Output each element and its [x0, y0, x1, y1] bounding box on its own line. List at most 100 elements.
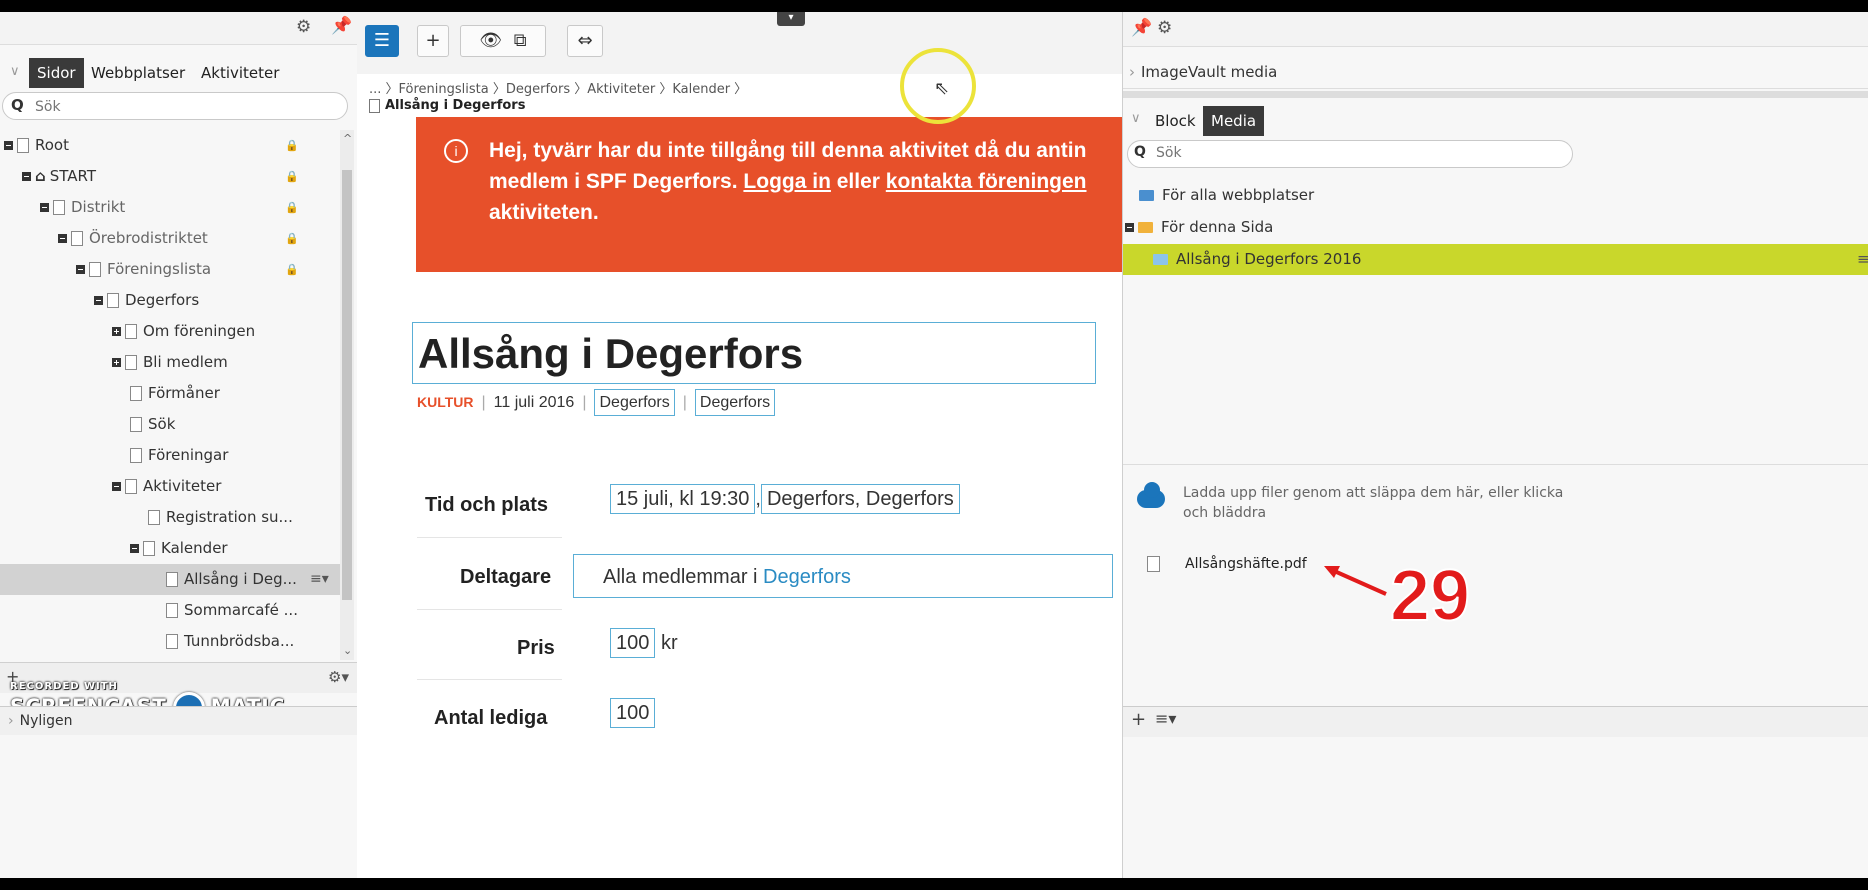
tag-degerfors[interactable]: Degerfors — [594, 389, 675, 416]
breadcrumb[interactable]: ... 〉Föreningslista 〉Degerfors 〉Aktivite… — [369, 78, 747, 97]
tree-item[interactable]: Kalender — [0, 533, 340, 564]
settings-icon[interactable]: ⚙▾ — [328, 668, 349, 686]
alert-text: eller — [830, 170, 886, 193]
toolbar-dropdown-icon[interactable]: ▾ — [777, 12, 805, 26]
collapse-icon[interactable] — [76, 265, 85, 274]
recent-section[interactable]: › Nyligen — [0, 706, 357, 735]
view-button-group[interactable]: 👁 ⧉ — [460, 25, 546, 57]
price-value[interactable]: 100 — [610, 628, 656, 658]
tree-item[interactable]: Distrikt 🔒 — [0, 192, 340, 223]
document-icon — [1147, 556, 1160, 572]
tree-item-label: Föreningslista — [107, 260, 212, 278]
folder-this-page[interactable]: För denna Sida — [1123, 212, 1868, 243]
time-value[interactable]: 15 juli, kl 19:30 — [610, 484, 756, 514]
tree-item[interactable]: Föreningslista 🔒 — [0, 254, 340, 285]
add-button[interactable]: + — [417, 25, 449, 57]
gear-icon[interactable]: ⚙ — [296, 17, 311, 37]
tab-aktiviteter[interactable]: Aktiviteter — [193, 58, 287, 88]
imagevault-section[interactable]: › ImageVault media — [1123, 56, 1868, 89]
lock-icon: 🔒 — [285, 232, 299, 245]
tab-sidor[interactable]: Sidor — [29, 58, 84, 88]
add-icon[interactable]: + — [1131, 709, 1146, 730]
tag-degerfors[interactable]: Degerfors — [694, 389, 776, 416]
tree-item[interactable]: Allsång i Deg... ≡▾ — [0, 564, 340, 595]
participants-label: Deltagare — [460, 566, 552, 588]
tree-item-label: Bli medlem — [143, 353, 228, 371]
media-search-input[interactable] — [1154, 144, 1558, 162]
compare-button[interactable]: ⇔ — [567, 25, 603, 57]
place-value[interactable]: Degerfors, Degerfors — [760, 484, 960, 514]
tab-webbplatser[interactable]: Webbplatser — [83, 58, 193, 88]
page-icon — [130, 386, 142, 401]
search-input[interactable] — [33, 95, 327, 119]
tree-item[interactable]: Bli medlem — [0, 347, 340, 378]
search-icon: Q — [1134, 144, 1146, 160]
context-menu-icon[interactable]: ≡ — [1857, 244, 1868, 275]
context-menu-icon[interactable]: ≡▾ — [310, 564, 329, 595]
tree-scrollbar[interactable] — [340, 130, 354, 660]
expand-icon[interactable] — [112, 327, 121, 336]
page-icon — [107, 293, 119, 308]
participants-link[interactable]: Degerfors — [763, 566, 851, 588]
alert-text: medlem i SPF Degerfors. — [489, 170, 744, 193]
annotation-arrow-icon — [1324, 566, 1387, 596]
tree-item[interactable]: Sommarcafé ... — [0, 595, 340, 626]
tree-item[interactable]: Sök — [0, 409, 340, 440]
tab-media[interactable]: Media — [1203, 106, 1265, 136]
right-pane-footer: + ≡▾ — [1123, 706, 1868, 737]
contact-link[interactable]: kontakta föreningen — [886, 170, 1087, 193]
media-search[interactable]: Q — [1127, 140, 1573, 168]
media-file[interactable]: Allsångshäfte.pdf — [1123, 546, 1868, 582]
scroll-up-icon[interactable]: ^ — [343, 132, 352, 145]
tree-item[interactable]: Tunnbrödsba... — [0, 626, 340, 657]
tree-item[interactable]: Root 🔒 — [0, 130, 340, 161]
tree-item[interactable]: Registration su... — [0, 502, 340, 533]
tree-item[interactable]: ⌂ START 🔒 — [0, 161, 340, 192]
list-view-icon[interactable]: ≡▾ — [1155, 709, 1176, 728]
tree-item[interactable]: Föreningar — [0, 440, 340, 471]
eye-icon[interactable]: 👁 — [479, 30, 502, 51]
navigation-pane: ⚙ 📌 ∨ Sidor Webbplatser Aktiviteter Q Ro… — [0, 12, 358, 878]
expand-icon[interactable] — [112, 358, 121, 367]
folder-all-sites[interactable]: För alla webbplatser — [1123, 180, 1868, 211]
pin-icon[interactable]: 📌 — [331, 16, 352, 36]
tree-item-label: Aktiviteter — [143, 477, 222, 495]
tree-item[interactable]: Degerfors — [0, 285, 340, 316]
tree-toggle-button[interactable]: ☰ — [365, 25, 399, 57]
tree-item[interactable]: Örebrodistriktet 🔒 — [0, 223, 340, 254]
home-icon: ⌂ — [35, 167, 46, 185]
tree-item-label: Degerfors — [125, 291, 200, 309]
collapse-icon[interactable] — [94, 296, 103, 305]
collapse-icon[interactable] — [4, 141, 13, 150]
page-heading[interactable]: Allsång i Degerfors — [412, 322, 1096, 384]
gear-icon[interactable]: ⚙ — [1157, 18, 1172, 38]
preview-icon[interactable]: ⧉ — [514, 30, 527, 51]
collapse-icon[interactable] — [130, 544, 139, 553]
collapse-icon[interactable] — [58, 234, 67, 243]
tree-item[interactable]: Förmåner — [0, 378, 340, 409]
chevron-down-icon[interactable]: ∨ — [10, 64, 20, 79]
page-search[interactable]: Q — [2, 92, 348, 120]
page-icon — [143, 541, 155, 556]
pin-icon[interactable]: 📌 — [1131, 18, 1152, 38]
tab-block[interactable]: Block — [1147, 106, 1204, 136]
tree-item[interactable]: Aktiviteter — [0, 471, 340, 502]
tree-item-label: Förmåner — [148, 384, 220, 402]
upload-dropzone[interactable]: Ladda upp filer genom att släppa dem här… — [1123, 464, 1868, 543]
collapse-icon[interactable] — [1125, 223, 1134, 232]
chevron-down-icon[interactable]: ∨ — [1131, 111, 1141, 126]
tree-item[interactable]: Om föreningen — [0, 316, 340, 347]
scrollbar-thumb[interactable] — [342, 170, 352, 600]
folder-allsang-2016[interactable]: Allsång i Degerfors 2016 ≡ — [1123, 244, 1868, 275]
tree-item-label: Sommarcafé ... — [184, 601, 298, 619]
collapse-icon[interactable] — [22, 172, 31, 181]
watermark-recorded-with: RECORDED WITH — [10, 681, 118, 692]
login-link[interactable]: Logga in — [743, 170, 831, 193]
collapse-icon[interactable] — [112, 482, 121, 491]
scroll-down-icon[interactable]: ⌄ — [343, 644, 352, 657]
current-page-title: Allsång i Degerfors — [369, 98, 525, 113]
collapse-icon[interactable] — [40, 203, 49, 212]
available-value[interactable]: 100 — [610, 698, 656, 728]
tree-item-label: Föreningar — [148, 446, 229, 464]
category-label[interactable]: KULTUR — [417, 394, 474, 410]
